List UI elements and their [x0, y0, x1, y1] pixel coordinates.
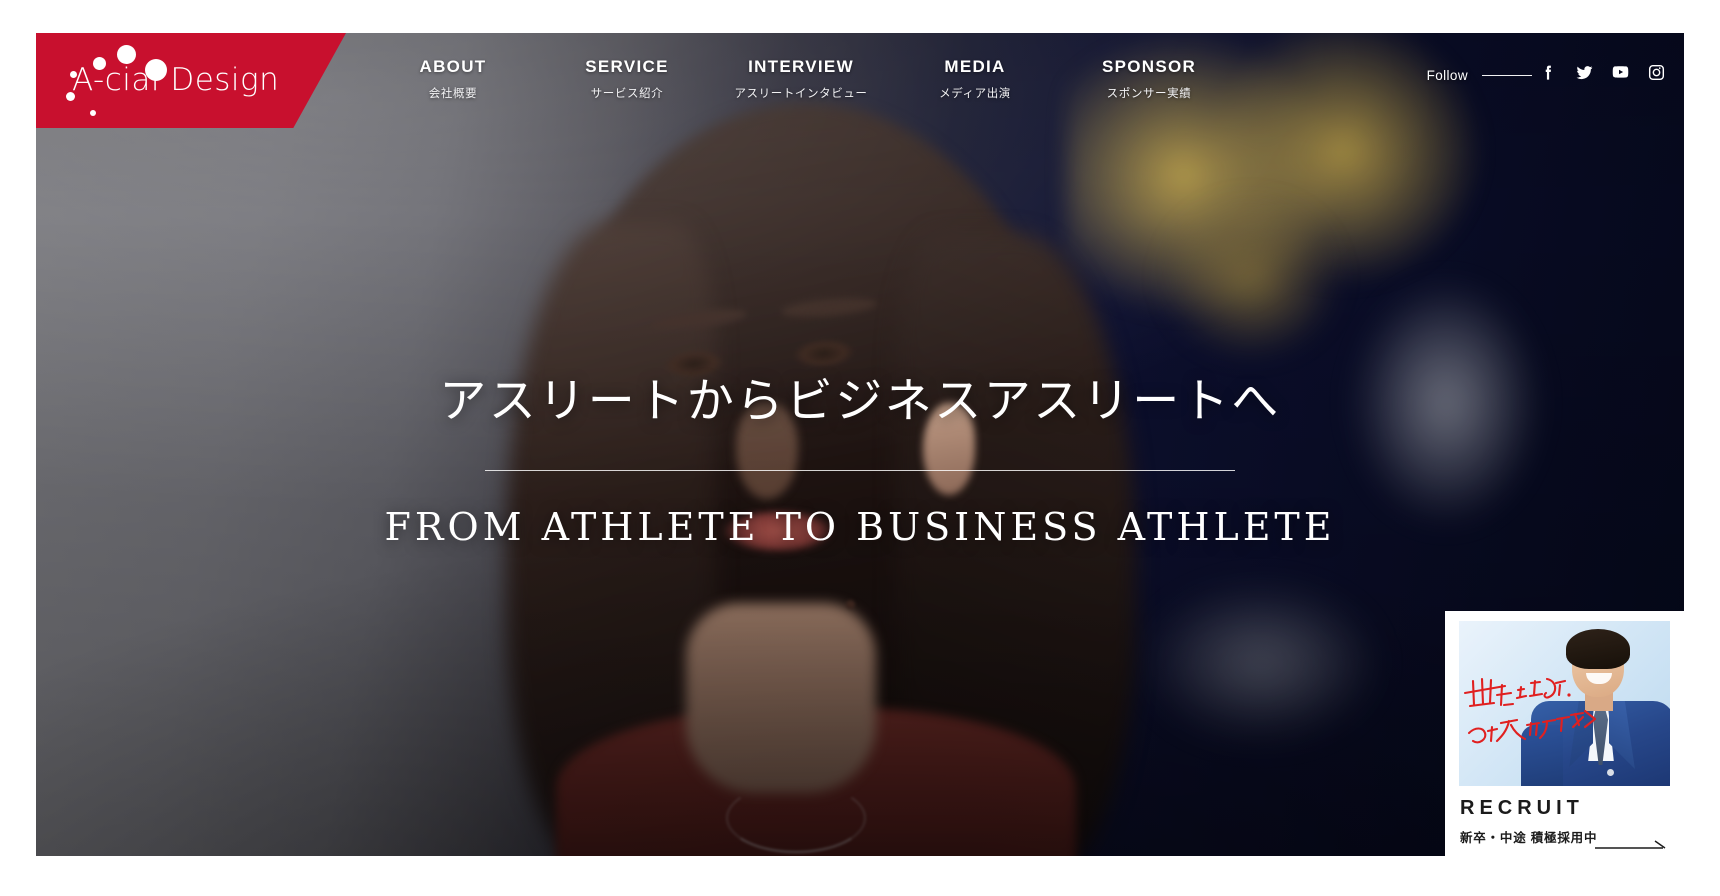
follow-group: Follow	[1427, 68, 1532, 83]
nav-label-jp: サービス紹介	[590, 87, 664, 100]
twitter-icon[interactable]	[1575, 63, 1594, 82]
recruit-photo: 世界を出ようぜ。 さぁスポーツのその先へ	[1459, 621, 1670, 786]
social-links	[1539, 63, 1666, 82]
logo-lockup: A-cial Design	[66, 45, 279, 116]
nav-label-en: SPONSOR	[1101, 57, 1197, 76]
instagram-icon[interactable]	[1647, 63, 1666, 82]
recruit-person-arm	[1521, 725, 1563, 786]
main-navigation: ABOUT 会社概要 SERVICE サービス紹介 INTERVIEW アスリー…	[366, 57, 1236, 101]
facebook-icon[interactable]	[1539, 63, 1558, 82]
hero-divider	[485, 469, 1235, 471]
youtube-icon[interactable]	[1611, 63, 1630, 82]
hero-headline-jp: アスリートからビジネスアスリートへ	[439, 374, 1281, 429]
nav-item-interview[interactable]: INTERVIEW アスリートインタビュー	[714, 57, 888, 101]
hero-copy: アスリートからビジネスアスリートへ FROM ATHLETE TO BUSINE…	[36, 373, 1684, 549]
nav-label-en: SERVICE	[585, 57, 669, 76]
logo-dot-icon	[70, 71, 77, 78]
site-logo[interactable]: A-cial Design	[36, 33, 346, 128]
recruit-suit-button	[1607, 769, 1614, 776]
recruit-subtitle: 新卒・中途 積極採用中	[1460, 831, 1598, 845]
logo-dot-icon	[66, 92, 75, 101]
recruit-title: RECRUIT	[1460, 797, 1584, 819]
follow-label: Follow	[1426, 68, 1468, 83]
nav-item-service[interactable]: SERVICE サービス紹介	[540, 57, 714, 101]
nav-label-en: INTERVIEW	[748, 57, 854, 76]
recruit-person-hair	[1566, 629, 1630, 669]
site-header: A-cial Design ABOUT 会社概要 SERVICE サービス紹介 …	[36, 33, 1684, 128]
recruit-card[interactable]: 世界を出ようぜ。 さぁスポーツのその先へ	[1445, 611, 1684, 856]
nav-label-jp: メディア出演	[939, 87, 1011, 100]
hero-section: A-cial Design ABOUT 会社概要 SERVICE サービス紹介 …	[36, 33, 1684, 856]
nav-label-jp: スポンサー実績	[1106, 87, 1192, 100]
nav-label-jp: 会社概要	[428, 87, 478, 100]
logo-dot-icon	[145, 59, 167, 81]
hero-headline-en: FROM ATHLETE TO BUSINESS ATHLETE	[384, 504, 1336, 549]
nav-item-about[interactable]: ABOUT 会社概要	[366, 57, 540, 101]
follow-divider	[1482, 75, 1532, 76]
nav-item-sponsor[interactable]: SPONSOR スポンサー実績	[1062, 57, 1236, 101]
arrow-right-icon	[1595, 839, 1669, 851]
nav-label-en: ABOUT	[419, 57, 487, 76]
nav-label-en: MEDIA	[944, 57, 1006, 76]
logo-dot-icon	[93, 57, 106, 70]
nav-label-jp: アスリートインタビュー	[734, 87, 868, 100]
logo-dot-icon	[117, 45, 136, 64]
nav-item-media[interactable]: MEDIA メディア出演	[888, 57, 1062, 101]
logo-dot-icon	[90, 110, 96, 116]
